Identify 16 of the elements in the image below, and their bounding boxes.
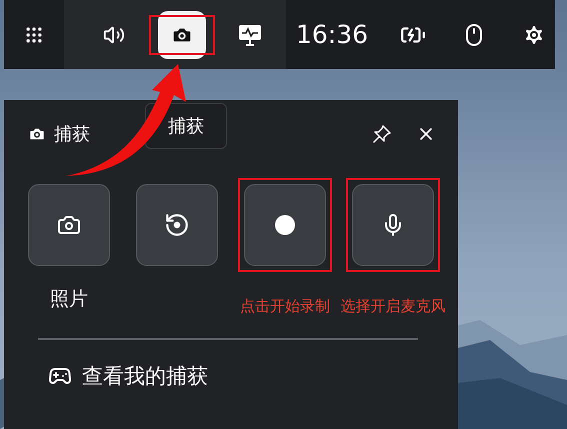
pin-icon[interactable] bbox=[372, 124, 392, 144]
record-icon bbox=[275, 215, 295, 235]
screenshot-button[interactable] bbox=[28, 184, 110, 266]
record-button[interactable] bbox=[244, 184, 326, 266]
button-caption: 照片 bbox=[50, 287, 88, 312]
view-captures-link[interactable]: 查看我的捕获 bbox=[48, 362, 458, 390]
capture-button[interactable] bbox=[158, 10, 206, 58]
monitor-icon bbox=[237, 22, 263, 46]
clock-time: 16:36 bbox=[296, 20, 368, 49]
grid-icon bbox=[24, 24, 44, 44]
panel-title: 捕获 bbox=[54, 123, 90, 146]
record-last-button[interactable] bbox=[136, 184, 218, 266]
annotation-text: 选择开启麦克风 bbox=[340, 297, 446, 316]
annotation-text: 点击开始录制 bbox=[240, 297, 330, 316]
camera-icon bbox=[57, 213, 81, 237]
replay-icon bbox=[164, 212, 190, 238]
